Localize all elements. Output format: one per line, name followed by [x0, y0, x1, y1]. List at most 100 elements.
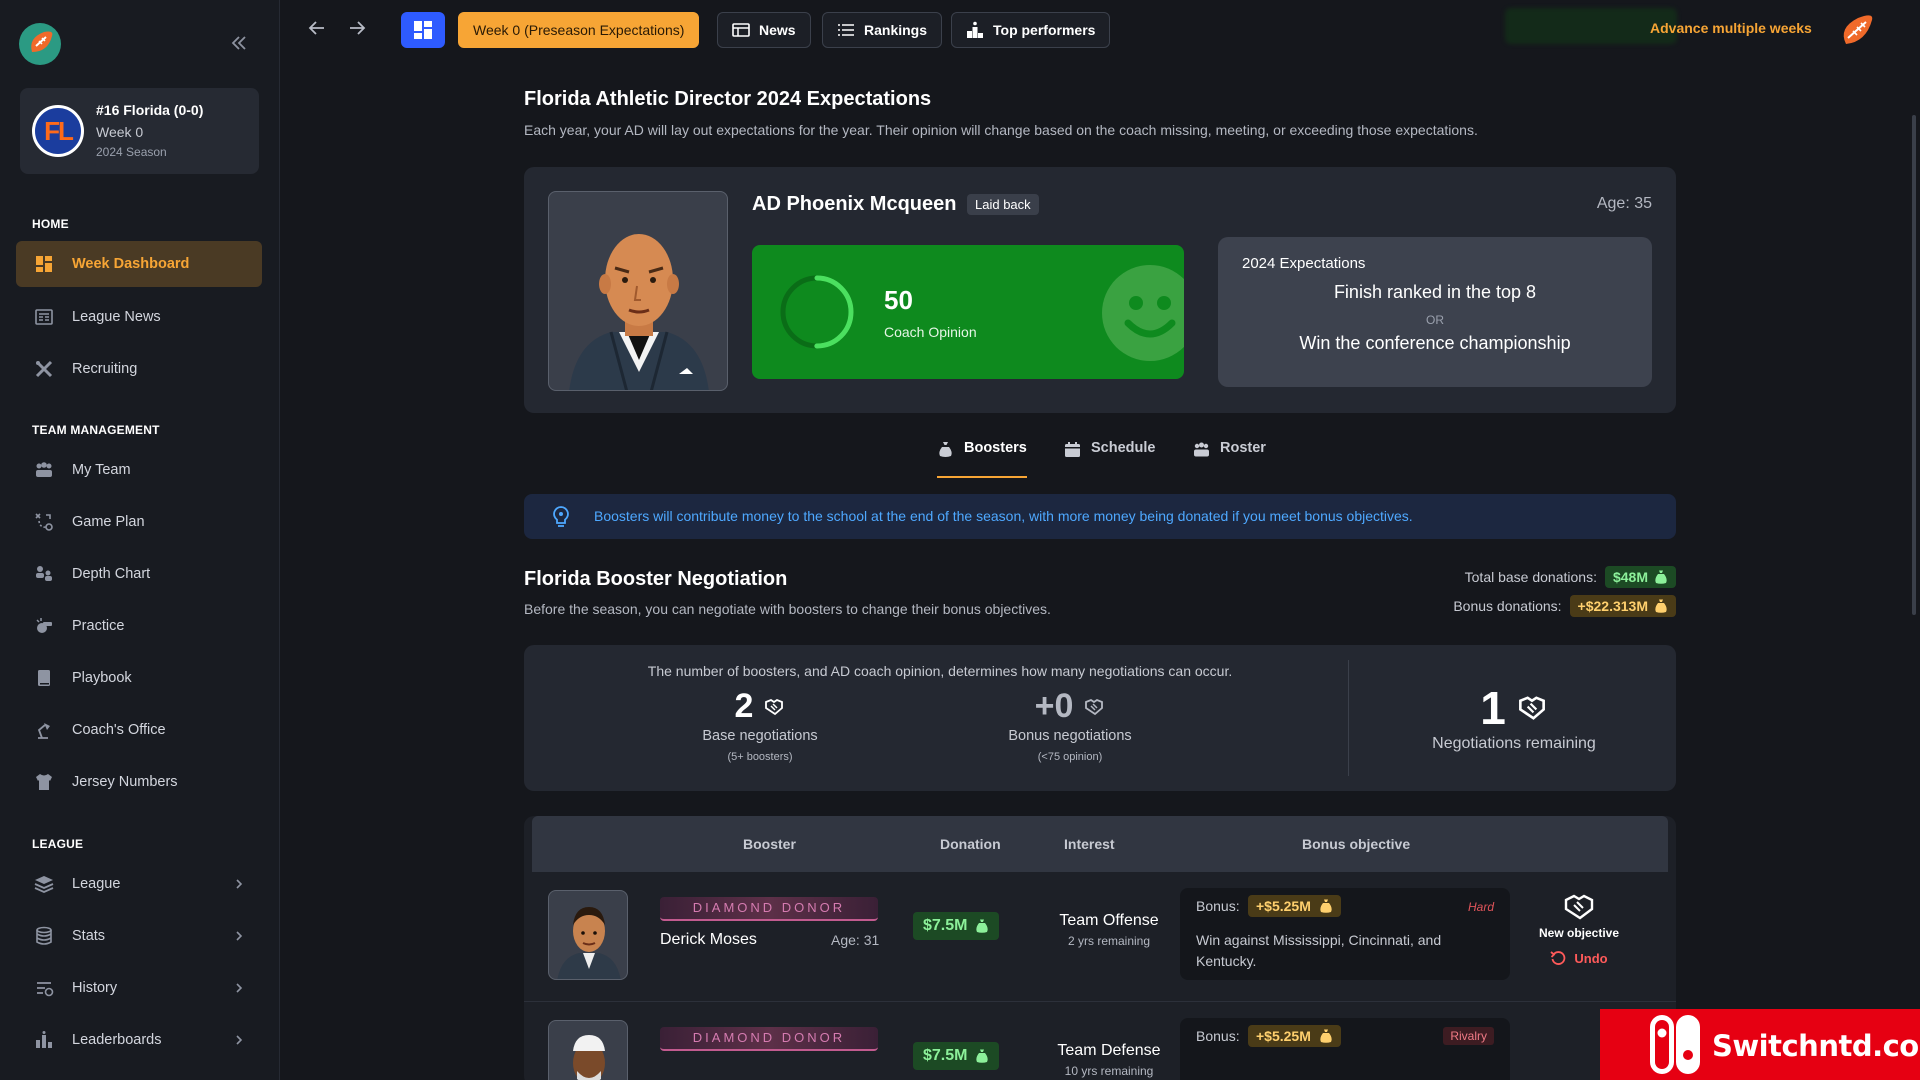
dashboard-icon	[414, 21, 432, 39]
list-icon	[838, 24, 854, 36]
chevron-right-icon	[236, 1035, 243, 1045]
sidebar-item-leaderboards[interactable]: Leaderboards	[16, 1017, 262, 1063]
money-bag-icon	[1320, 899, 1332, 913]
sidebar-item-label: League News	[72, 309, 161, 325]
money-bag-icon	[976, 919, 989, 933]
news-button[interactable]: News	[717, 12, 811, 48]
table-header: Booster Donation Interest Bonus objectiv…	[532, 816, 1668, 872]
bonus-donations-value: +$22.313M	[1577, 598, 1648, 614]
booster-avatar	[548, 1020, 628, 1080]
week-button[interactable]: Week 0 (Preseason Expectations)	[458, 12, 700, 48]
coach-opinion-card: 50 Coach Opinion	[752, 245, 1184, 379]
tab-roster[interactable]: Roster	[1193, 440, 1266, 478]
sidebar-item-league[interactable]: League	[16, 861, 262, 907]
dashboard-button[interactable]	[401, 12, 445, 48]
sidebar-item-jersey-numbers[interactable]: Jersey Numbers	[16, 759, 262, 805]
handshake-icon	[1518, 696, 1545, 720]
tab-boosters[interactable]: Boosters	[937, 440, 1027, 478]
sidebar-item-playbook[interactable]: Playbook	[16, 655, 262, 701]
negotiations-summary-card: The number of boosters, and AD coach opi…	[524, 645, 1676, 791]
expectations-title: 2024 Expectations	[1242, 255, 1366, 272]
playbook-icon	[38, 670, 50, 686]
column-header-interest: Interest	[1064, 836, 1115, 852]
handshake-icon[interactable]	[1562, 890, 1596, 924]
coach-opinion-label: Coach Opinion	[884, 324, 977, 340]
watermark-banner: Switchntd.com	[1600, 1009, 1920, 1080]
team-week: Week 0	[96, 124, 144, 140]
bonus-badge: +$5.25M	[1248, 1025, 1341, 1047]
bonus-value: +$5.25M	[1256, 1028, 1311, 1044]
sidebar-item-recruiting[interactable]: Recruiting	[16, 346, 262, 392]
negotiate-action[interactable]: New objective Undo	[1524, 890, 1634, 966]
page-title: Florida Athletic Director 2024 Expectati…	[524, 88, 932, 110]
sidebar-item-label: Depth Chart	[72, 566, 151, 582]
collapse-sidebar-icon[interactable]	[228, 32, 250, 54]
sidebar-item-stats[interactable]: Stats	[16, 913, 262, 959]
sidebar: FL #16 Florida (0-0) Week 0 2024 Season …	[0, 0, 280, 1080]
forward-arrow-icon[interactable]	[345, 16, 369, 40]
interest-value: Team Defense	[1057, 1042, 1161, 1059]
bonus-label: Bonus:	[1196, 898, 1240, 914]
sidebar-item-coachs-office[interactable]: Coach's Office	[16, 707, 262, 753]
chevron-right-icon	[236, 879, 243, 889]
news-label: News	[759, 22, 796, 38]
leaderboard-icon	[36, 1031, 52, 1048]
bonus-badge: +$5.25M	[1248, 895, 1341, 917]
expectation-item: Win the conference championship	[1299, 333, 1571, 353]
advance-multiple-weeks-link[interactable]: Advance multiple weeks	[1650, 20, 1812, 36]
bonus-negotiations-label: Bonus negotiations	[1008, 728, 1132, 744]
booster-interest: Team Offense 2 yrs remaining	[1024, 912, 1194, 948]
negotiation-subtitle: Before the season, you can negotiate wit…	[524, 601, 1051, 617]
game-plan-icon	[35, 513, 53, 531]
tab-label: Schedule	[1091, 440, 1156, 456]
table-row: DIAMOND DONOR Derick Moses Age: 31 $7.5M…	[524, 872, 1676, 1002]
undo-icon	[1550, 951, 1566, 965]
calendar-icon	[1065, 442, 1080, 457]
new-objective-button[interactable]: New objective	[1524, 926, 1634, 940]
sidebar-item-my-team[interactable]: My Team	[16, 447, 262, 493]
sidebar-item-practice[interactable]: Practice	[16, 603, 262, 649]
negotiations-remaining-value: 1	[1480, 682, 1506, 734]
team-card[interactable]: FL #16 Florida (0-0) Week 0 2024 Season	[20, 88, 259, 174]
sidebar-item-depth-chart[interactable]: Depth Chart	[16, 551, 262, 597]
column-header-donation: Donation	[940, 836, 1001, 852]
donation-value: $7.5M	[923, 1047, 968, 1064]
tab-schedule[interactable]: Schedule	[1064, 440, 1155, 478]
base-negotiations-sub: (5+ boosters)	[727, 751, 793, 763]
money-bag-icon	[939, 442, 952, 457]
top-performers-button[interactable]: Top performers	[951, 12, 1111, 48]
football-icon[interactable]	[1836, 10, 1878, 52]
sidebar-item-league-news[interactable]: League News	[16, 294, 262, 340]
sidebar-item-week-dashboard[interactable]: Week Dashboard	[16, 241, 262, 287]
negotiation-title: Florida Booster Negotiation	[524, 568, 788, 590]
sidebar-item-history[interactable]: History	[16, 965, 262, 1011]
depth-chart-icon	[36, 566, 52, 581]
rankings-button[interactable]: Rankings	[822, 12, 943, 48]
donor-tier-badge: DIAMOND DONOR	[660, 897, 878, 921]
team-icon	[36, 462, 52, 477]
sidebar-item-game-plan[interactable]: Game Plan	[16, 499, 262, 545]
lightbulb-icon	[553, 506, 569, 527]
boosters-table: Booster Donation Interest Bonus objectiv…	[524, 816, 1676, 1080]
bonus-negotiations-sub: (<75 opinion)	[1037, 751, 1103, 763]
sidebar-item-label: Practice	[72, 618, 125, 634]
scrollbar[interactable]	[1912, 115, 1916, 615]
total-base-donations: Total base donations: $48M	[1465, 566, 1676, 588]
ad-name: AD Phoenix Mcqueen	[752, 193, 957, 215]
page-subtitle: Each year, your AD will lay out expectat…	[524, 122, 1478, 138]
undo-button[interactable]: Undo	[1524, 950, 1634, 966]
interest-value: Team Offense	[1059, 912, 1159, 929]
undo-label: Undo	[1574, 950, 1608, 966]
chevron-right-icon	[236, 983, 243, 993]
top-performers-label: Top performers	[993, 22, 1096, 38]
back-arrow-icon[interactable]	[305, 16, 329, 40]
base-negotiations-value: 2	[734, 687, 754, 725]
team-logo: FL	[32, 105, 84, 157]
sidebar-item-label: League	[72, 876, 121, 892]
column-header-bonus-objective: Bonus objective	[1302, 836, 1411, 852]
tab-label: Boosters	[964, 440, 1027, 456]
negotiations-explanation: The number of boosters, and AD coach opi…	[647, 663, 1233, 679]
football-logo-icon[interactable]	[18, 22, 62, 66]
base-negotiations-label: Base negotiations	[702, 728, 818, 744]
bonus-value: +$5.25M	[1256, 898, 1311, 914]
